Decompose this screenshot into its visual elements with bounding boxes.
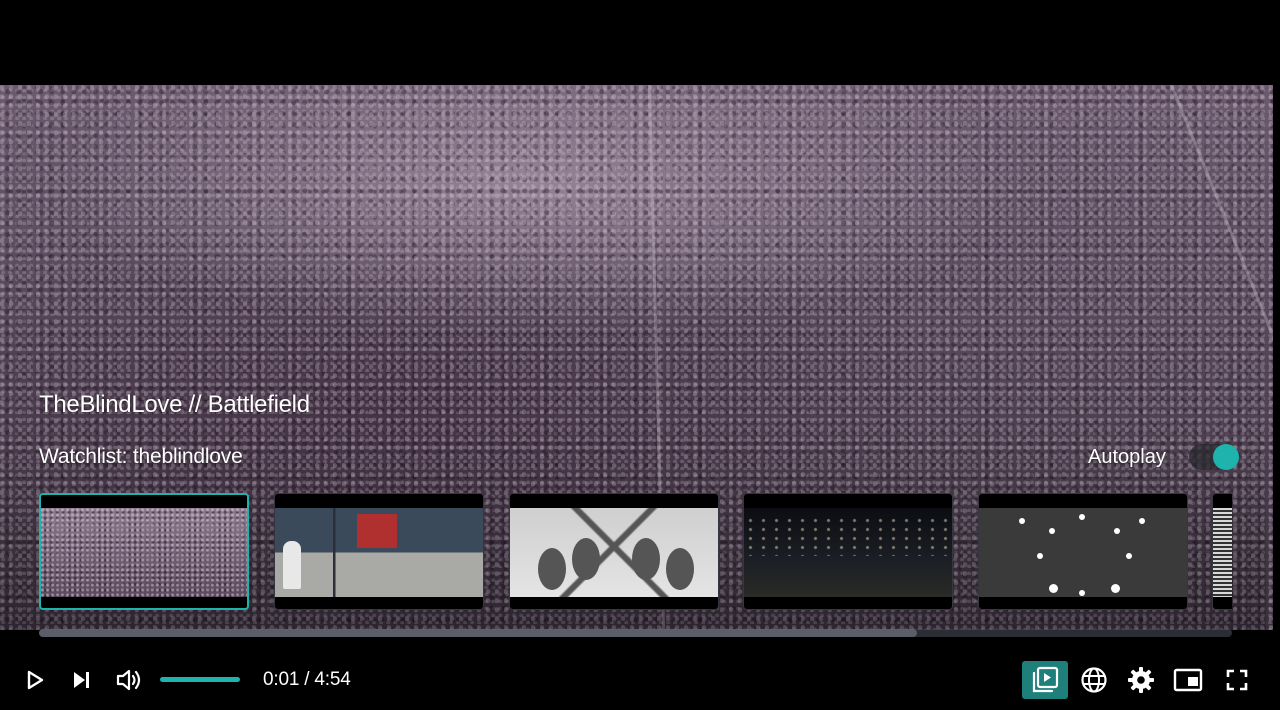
- video-player[interactable]: TheBlindLove // Battlefield Watchlist: t…: [0, 0, 1280, 710]
- thumbnail-item[interactable]: [274, 493, 484, 610]
- thumbnail-image: [979, 508, 1187, 597]
- thumbnail-item[interactable]: [509, 493, 719, 610]
- fullscreen-icon: [1226, 669, 1248, 691]
- thumbnail-image: [275, 508, 483, 597]
- picture-in-picture-icon: [1173, 668, 1203, 692]
- thumbnail-image: [510, 508, 718, 597]
- video-title: TheBlindLove // Battlefield: [39, 391, 310, 418]
- settings-gear-icon: [1128, 667, 1154, 693]
- thumbnail-image: [41, 508, 247, 597]
- autoplay-label: Autoplay: [1088, 446, 1166, 468]
- next-button[interactable]: [65, 665, 97, 695]
- control-bar: 0:01 / 4:54: [0, 650, 1273, 710]
- autoplay-toggle-knob: [1213, 444, 1239, 470]
- volume-icon: [116, 669, 141, 691]
- thumbnail-item-active[interactable]: [39, 493, 249, 610]
- volume-slider[interactable]: [160, 677, 240, 682]
- playlist-scrollbar-thumb[interactable]: [39, 629, 918, 637]
- edge-strip: [1273, 0, 1280, 710]
- playlist-button[interactable]: [1022, 661, 1068, 699]
- volume-button[interactable]: [113, 665, 145, 695]
- settings-button[interactable]: [1125, 665, 1157, 695]
- time-display: 0:01 / 4:54: [263, 669, 351, 690]
- playlist-scrollbar[interactable]: [39, 629, 1232, 637]
- skip-next-icon: [74, 672, 89, 688]
- playlist-thumbnails[interactable]: [39, 493, 1232, 613]
- language-button[interactable]: [1078, 665, 1110, 695]
- autoplay-toggle[interactable]: [1189, 444, 1239, 470]
- play-button[interactable]: [18, 665, 50, 695]
- thumbnail-image: [744, 508, 952, 597]
- fullscreen-button[interactable]: [1221, 665, 1253, 695]
- globe-icon: [1081, 667, 1107, 693]
- playlist-icon: [1032, 666, 1059, 693]
- watchlist-label[interactable]: Watchlist: theblindlove: [39, 445, 243, 469]
- thumbnail-item[interactable]: [743, 493, 953, 610]
- play-icon: [27, 670, 44, 690]
- thumbnail-image: [1213, 508, 1232, 597]
- thumbnail-item[interactable]: [978, 493, 1188, 610]
- thumbnail-item[interactable]: [1212, 493, 1232, 610]
- picture-in-picture-button[interactable]: [1172, 665, 1204, 695]
